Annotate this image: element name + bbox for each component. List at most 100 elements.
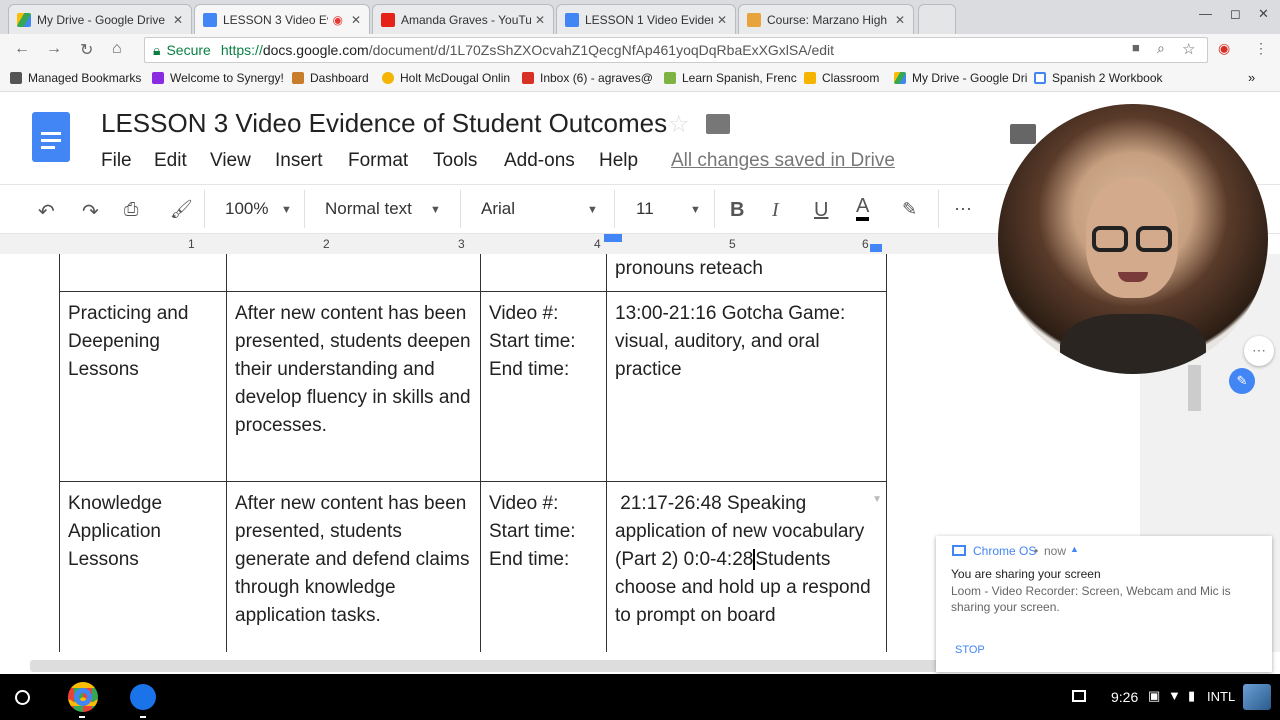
menu-addons[interactable]: Add-ons [504, 150, 575, 172]
table-cell[interactable] [59, 254, 227, 292]
font-select[interactable]: Arial [481, 199, 515, 219]
table-cell[interactable]: Video #: Start time: End time: [480, 291, 607, 482]
undo-icon[interactable]: ↶ [38, 199, 55, 224]
table-cell[interactable]: After new content has been presented, st… [226, 291, 481, 482]
notification-app: Chrome OS [973, 544, 1037, 558]
table-cell[interactable]: After new content has been presented, st… [226, 481, 481, 652]
tab-lesson-1[interactable]: LESSON 1 Video Evidenc ✕ [556, 4, 736, 34]
minimize-icon[interactable]: — [1199, 6, 1212, 21]
bookmark-item[interactable]: Managed Bookmarks [10, 71, 141, 85]
underline-button[interactable]: U [814, 199, 828, 222]
screen-share-icon[interactable] [1072, 690, 1086, 702]
stop-button[interactable]: STOP [955, 644, 985, 656]
close-icon[interactable]: ✕ [895, 13, 905, 27]
indent-marker[interactable] [604, 234, 622, 242]
menu-file[interactable]: File [101, 150, 132, 172]
tab-course[interactable]: Course: Marzano High R ✕ [738, 4, 914, 34]
bookmark-item[interactable]: Spanish 2 Workbook [1034, 71, 1163, 85]
menu-tools[interactable]: Tools [433, 150, 477, 172]
table-cell[interactable]: pronouns reteach [606, 254, 887, 292]
paint-format-icon[interactable]: 🖌︎ [170, 199, 193, 220]
loom-icon[interactable]: ◉ [1218, 40, 1230, 57]
font-size-select[interactable]: 11 [636, 199, 654, 219]
tab-youtube[interactable]: Amanda Graves - YouTu ✕ [372, 4, 554, 34]
table-cell[interactable]: Video #: Start time: End time: [480, 481, 607, 652]
user-avatar[interactable] [1243, 684, 1271, 710]
webcam-bubble[interactable] [998, 104, 1268, 374]
table-cell[interactable]: 21:17-26:48 Speaking application of new … [606, 481, 887, 652]
save-status[interactable]: All changes saved in Drive [671, 150, 895, 172]
bookmark-item[interactable]: Holt McDougal Onlin [382, 71, 510, 85]
close-icon[interactable]: ✕ [535, 13, 545, 27]
close-window-icon[interactable]: ✕ [1258, 6, 1269, 22]
files-icon[interactable] [130, 684, 156, 710]
close-icon[interactable]: ✕ [717, 13, 727, 27]
highlight-icon[interactable]: ✎ [902, 199, 917, 220]
tab-lesson-3[interactable]: LESSON 3 Video Evid ◉ ✕ [194, 4, 370, 34]
close-icon[interactable]: ✕ [351, 13, 361, 27]
omnibox[interactable]: 🔒︎ Secure https:// docs.google.com /docu… [144, 37, 1208, 63]
clock[interactable]: 9:26 [1111, 689, 1138, 705]
style-select[interactable]: Normal text [325, 199, 412, 219]
comments-icon[interactable] [1010, 124, 1036, 144]
forward-icon[interactable]: → [46, 40, 62, 58]
evidence-text: 13:00-21:16 Gotcha Game: visual, auditor… [615, 303, 846, 380]
chevron-down-icon[interactable]: ▼ [430, 204, 441, 216]
menu-format[interactable]: Format [348, 150, 408, 172]
bookmark-item[interactable]: Inbox (6) - agraves@ [522, 71, 653, 85]
text-color-button[interactable]: A [856, 195, 870, 221]
more-icon[interactable]: ⋯ [954, 199, 972, 220]
bookmark-item[interactable]: Classroom [804, 71, 879, 85]
bookmark-item[interactable]: Welcome to Synergy! [152, 71, 284, 85]
close-icon[interactable]: ✕ [173, 13, 183, 27]
more-bookmarks-icon[interactable]: » [1248, 70, 1255, 85]
ime-indicator[interactable]: INTL [1207, 689, 1235, 704]
reload-icon[interactable]: ↻ [80, 40, 93, 60]
back-icon[interactable]: ← [14, 40, 30, 58]
home-icon[interactable]: ⌂ [112, 40, 122, 58]
cast-icon[interactable]: ▣ [1148, 688, 1160, 704]
table-cell[interactable]: Practicing and Deepening Lessons [59, 291, 227, 482]
italic-button[interactable]: I [772, 199, 779, 222]
maximize-icon[interactable]: ◻ [1230, 6, 1241, 22]
more-options-icon[interactable]: ⋯ [1244, 336, 1274, 366]
table-cell[interactable]: Knowledge Application Lessons [59, 481, 227, 652]
menu-insert[interactable]: Insert [275, 150, 323, 172]
explore-icon[interactable]: ✎ [1229, 368, 1255, 394]
document-title[interactable]: LESSON 3 Video Evidence of Student Outco… [101, 108, 667, 139]
google-docs-icon[interactable] [32, 112, 70, 162]
cell-dropdown-icon[interactable]: ▼ [872, 486, 882, 514]
table-cell[interactable] [226, 254, 481, 292]
ruler[interactable]: 1 2 3 4 5 6 [0, 234, 1000, 254]
chevron-down-icon[interactable]: ▼ [281, 204, 292, 216]
wifi-icon[interactable]: ▼ [1168, 688, 1181, 703]
zoom-select[interactable]: 100% [225, 199, 268, 219]
zoom-icon[interactable]: ⌕ [1157, 40, 1165, 57]
redo-icon[interactable]: ↷ [82, 199, 99, 224]
menu-view[interactable]: View [210, 150, 251, 172]
star-icon[interactable]: ☆ [1182, 40, 1195, 58]
tab-my-drive[interactable]: My Drive - Google Drive ✕ [8, 4, 192, 34]
chrome-icon[interactable] [68, 682, 98, 712]
bold-button[interactable]: B [730, 199, 744, 222]
camera-icon[interactable]: ■ [1132, 40, 1140, 55]
star-icon[interactable]: ☆ [668, 110, 690, 139]
right-indent-marker[interactable] [870, 244, 882, 252]
menu-help[interactable]: Help [599, 150, 638, 172]
bookmark-item[interactable]: Dashboard [292, 71, 369, 85]
tab-title: My Drive - Google Drive [37, 12, 166, 27]
chevron-down-icon[interactable]: ▼ [690, 204, 701, 216]
menu-edit[interactable]: Edit [154, 150, 187, 172]
folder-icon[interactable] [706, 114, 730, 134]
launcher-icon[interactable] [15, 690, 30, 705]
bookmark-item[interactable]: My Drive - Google Dri [894, 71, 1027, 85]
battery-icon[interactable]: ▮ [1188, 688, 1195, 704]
menu-icon[interactable]: ⋮ [1254, 40, 1268, 57]
table-cell[interactable] [480, 254, 607, 292]
chevron-down-icon[interactable]: ▼ [587, 204, 598, 216]
table-cell[interactable]: 13:00-21:16 Gotcha Game: visual, auditor… [606, 291, 887, 482]
bookmark-item[interactable]: Learn Spanish, Frenc [664, 71, 797, 85]
print-icon[interactable]: ⎙ [124, 199, 138, 220]
chevron-up-icon[interactable]: ▲ [1070, 544, 1079, 554]
new-tab-button[interactable] [918, 4, 956, 34]
